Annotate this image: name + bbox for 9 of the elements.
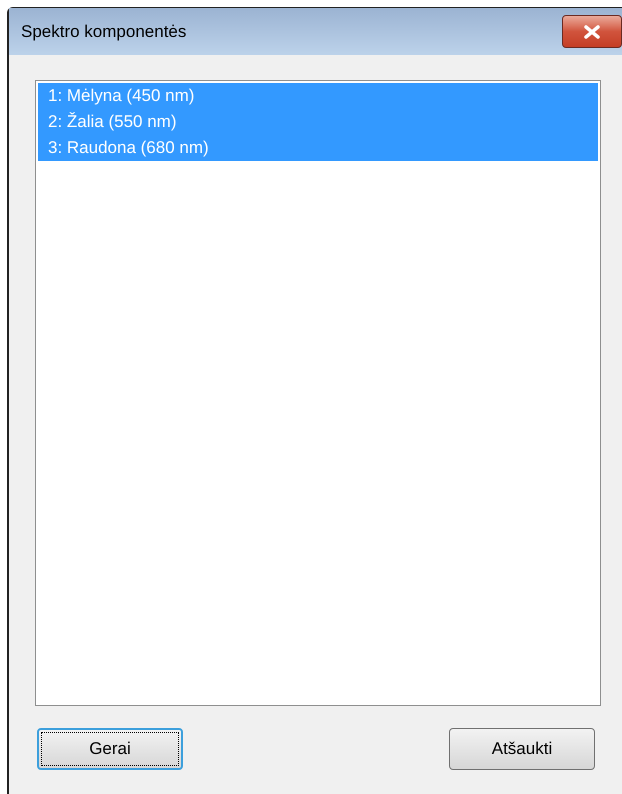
window-title: Spektro komponentės: [21, 20, 186, 43]
list-item[interactable]: 2: Žalia (550 nm): [38, 109, 598, 135]
list-item[interactable]: 3: Raudona (680 nm): [38, 135, 598, 161]
close-button[interactable]: [562, 15, 622, 48]
close-icon: [582, 24, 602, 38]
dialog-button[interactable]: Atšaukti: [449, 728, 595, 770]
list-item[interactable]: 1: Mėlyna (450 nm): [38, 83, 598, 109]
list-box[interactable]: 1: Mėlyna (450 nm) 2: Žalia (550 nm) 3: Raudona (680 nm): [35, 80, 601, 706]
dialog-button[interactable]: Gerai: [37, 728, 183, 770]
